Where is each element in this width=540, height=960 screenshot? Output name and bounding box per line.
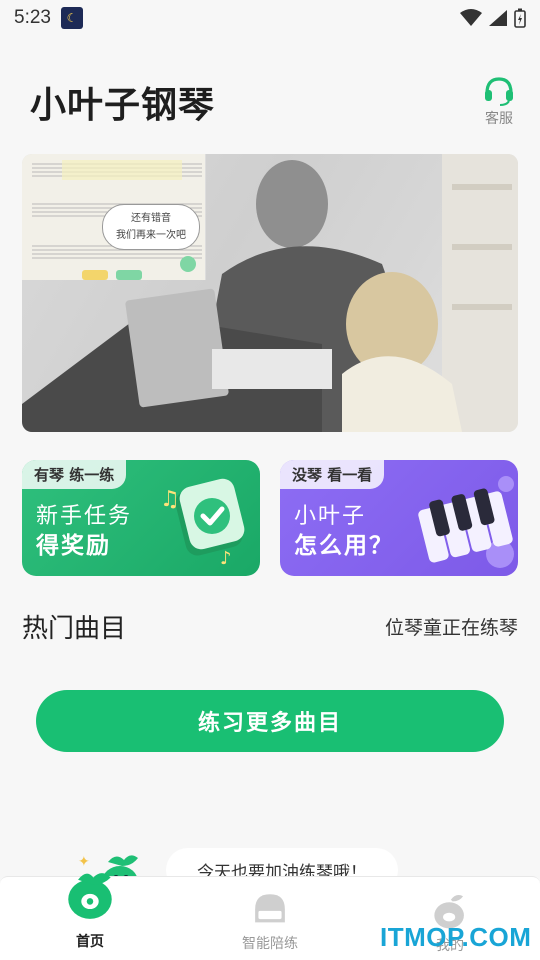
tab-home[interactable]: 首页 bbox=[30, 873, 150, 960]
svg-text:♪: ♪ bbox=[220, 548, 232, 569]
tab-label: 首页 bbox=[76, 934, 104, 950]
signal-icon bbox=[489, 10, 507, 26]
status-time: 5:23 bbox=[14, 7, 51, 28]
bubble-line-1: 还有错音 bbox=[131, 213, 171, 224]
piano-keys-icon bbox=[418, 476, 514, 568]
card-subtitle: 得奖励 bbox=[36, 533, 111, 559]
customer-service-label: 客服 bbox=[485, 111, 513, 127]
tab-ai-practice[interactable]: 智能陪练 bbox=[210, 877, 330, 960]
notification-moon-icon: ☾ bbox=[60, 7, 83, 29]
card-subtitle: 怎么用？ bbox=[294, 533, 394, 559]
section-title: 热门曲目 bbox=[22, 613, 127, 644]
bubble-line-2: 我们再来一次吧 bbox=[116, 230, 186, 241]
banner-speech-bubble: 还有错音 我们再来一次吧 bbox=[102, 204, 200, 250]
status-bar: 5:23 ☾ bbox=[0, 0, 540, 36]
card-tag: 有琴 练一练 bbox=[22, 460, 127, 489]
how-to-use-card[interactable]: 没琴 看一看 小叶子 怎么用？ bbox=[280, 460, 518, 576]
sheet-music-panel: 还有错音 我们再来一次吧 bbox=[22, 154, 206, 280]
svg-text:♫: ♫ bbox=[160, 487, 180, 512]
tab-label: 智能陪练 bbox=[242, 936, 298, 952]
practicing-count-text: 位琴童正在练琴 bbox=[384, 616, 518, 639]
promo-banner[interactable]: 还有错音 我们再来一次吧 bbox=[22, 154, 518, 432]
wifi-icon bbox=[460, 9, 482, 26]
watermark-text: ITMOP.COM bbox=[380, 922, 532, 952]
page-title: 小叶子钢琴 bbox=[30, 85, 216, 126]
piano-icon bbox=[255, 894, 285, 923]
card-tag: 没琴 看一看 bbox=[280, 460, 385, 489]
headset-icon bbox=[485, 77, 513, 106]
battery-icon bbox=[514, 8, 526, 28]
app-header: 小叶子钢琴 客服 bbox=[0, 62, 540, 132]
svg-text:✦: ✦ bbox=[78, 854, 90, 870]
home-mascot-icon bbox=[68, 873, 112, 919]
beginner-task-card[interactable]: 有琴 练一练 新手任务 得奖励 ♫ ♪ bbox=[22, 460, 260, 576]
status-icons bbox=[460, 8, 526, 28]
checkmark-reward-icon: ♫ ♪ bbox=[160, 478, 245, 569]
popular-songs-header: 热门曲目 位琴童正在练琴 bbox=[22, 606, 518, 646]
practice-more-songs-button[interactable]: 练习更多曲目 bbox=[36, 690, 504, 752]
customer-service-button[interactable]: 客服 bbox=[482, 76, 516, 128]
